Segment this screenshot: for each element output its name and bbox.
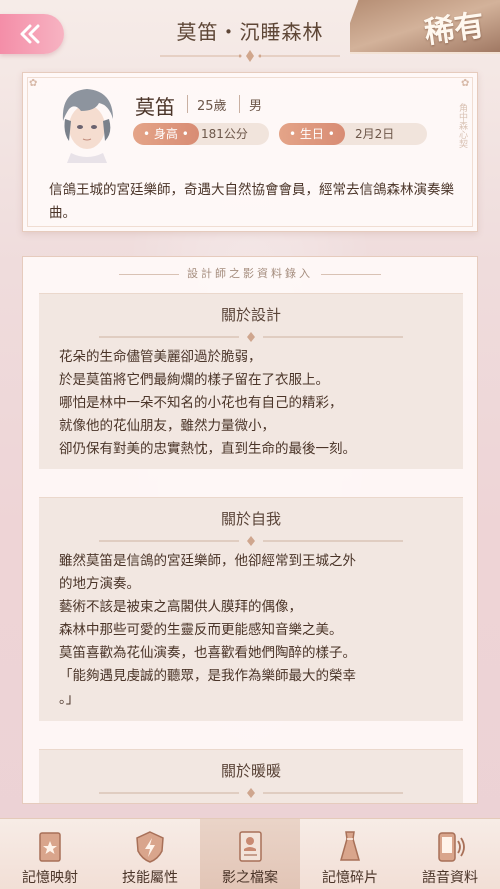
tab-skill-attributes[interactable]: 技能屬性 — [100, 819, 200, 889]
section-ornament — [99, 788, 403, 798]
title-ornament — [160, 50, 340, 62]
height-value: 181公分 — [201, 127, 248, 141]
tab-voice-data[interactable]: 語音資料 — [400, 819, 500, 889]
birthday-tag: • 生日 • — [279, 123, 345, 145]
section-body: 花朵的生命儘管美麗卻過於脆弱， 於是莫笛將它們最絢爛的樣子留在了衣服上。 哪怕是… — [59, 349, 356, 457]
section-body: 雖然莫笛是信鴿的宮廷樂師，他卻經常到王城之外 的地方演奏。 藝術不該是被束之高閣… — [59, 553, 356, 707]
header: 莫笛・沉睡森林 稀有 — [0, 0, 500, 64]
section-design: 關於設計 花朵的生命儘管美麗卻過於脆弱， 於是莫笛將它們最絢爛的樣子留在了衣服上… — [39, 293, 463, 469]
birthday-field: • 生日 • 2月2日 — [279, 123, 427, 145]
section-title: 關於設計 — [220, 306, 281, 324]
profile-card: ✿ ✿ 莫笛 25歲 男 • 身高 • 181公分 • 生日 • 2月2日 角中… — [22, 72, 478, 232]
rarity-banner: 稀有 — [350, 0, 500, 60]
rarity-label: 稀有 — [422, 7, 487, 51]
character-gender: 男 — [249, 99, 263, 114]
height-tag: • 身高 • — [133, 123, 199, 145]
records-panel[interactable]: 設計師之影資料錄入 關於設計 花朵的生命儘管美麗卻過於脆弱， 於是莫笛將它們最絢… — [22, 256, 478, 804]
character-bio: 信鴿王城的宮廷樂師，奇遇大自然協會會員，經常去信鴿森林演奏樂曲。 — [49, 182, 454, 221]
dress-icon — [340, 831, 360, 861]
lightning-shield-icon — [136, 831, 164, 863]
section-title: 關於自我 — [220, 510, 281, 528]
profile-document-icon — [239, 831, 262, 862]
card-icon — [39, 832, 61, 862]
corner-ornament: ✿ — [29, 78, 38, 89]
avatar — [62, 89, 113, 163]
records-header: 設計師之影資料錄入 — [23, 265, 477, 281]
character-age: 25歲 — [197, 99, 227, 114]
corner-ornament: ✿ — [461, 78, 470, 89]
tab-memory-fragments[interactable]: 記憶碎片 — [300, 819, 400, 889]
height-field: • 身高 • 181公分 — [133, 123, 269, 145]
birthday-value: 2月2日 — [355, 127, 395, 141]
section-ornament — [99, 536, 403, 546]
section-ornament — [99, 332, 403, 342]
tab-shadow-archive[interactable]: 影之檔案 — [200, 819, 300, 889]
section-self: 關於自我 雖然莫笛是信鴿的宮廷樂師，他卻經常到王城之外 的地方演奏。 藝術不該是… — [39, 497, 463, 721]
section-nikki: 關於暖暖 — [39, 749, 463, 803]
tab-memory-mapping[interactable]: 記憶映射 — [0, 819, 100, 889]
section-title: 關於暖暖 — [220, 762, 281, 780]
phone-voice-icon — [438, 832, 465, 862]
side-decoration: 角中森心契 — [457, 103, 467, 148]
bottom-tab-bar: 記憶映射 技能屬性 影之檔案 記憶碎片 語音資料 — [0, 818, 500, 889]
character-name: 莫笛 — [135, 95, 175, 119]
